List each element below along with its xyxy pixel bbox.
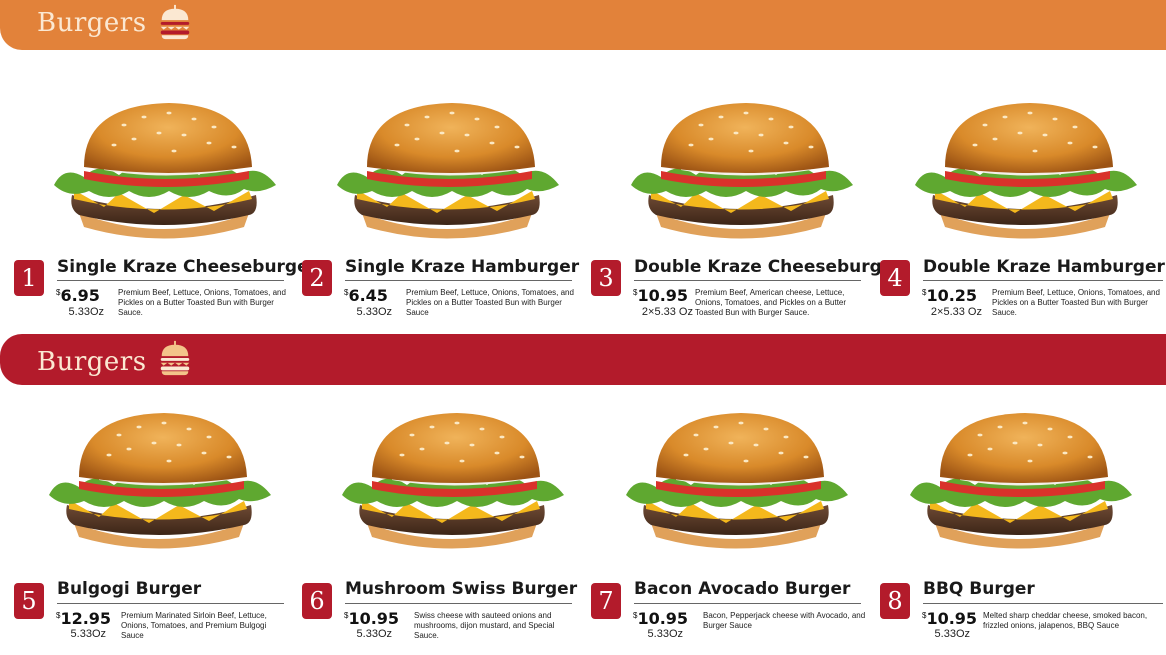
item-description: Premium Marinated Sirloin Beef, Lettuce,…	[121, 611, 267, 640]
item-number: 3	[591, 260, 621, 296]
item-weight: 5.33Oz	[356, 628, 392, 640]
item-price: $10.95	[633, 286, 689, 305]
item-name: Bulgogi Burger	[57, 579, 202, 599]
item-number: 6	[302, 583, 332, 619]
divider	[345, 603, 572, 604]
item-weight: 5.33Oz	[68, 306, 104, 318]
burger-image	[621, 95, 861, 245]
section-title: Burgers	[37, 347, 147, 377]
item-number: 2	[302, 260, 332, 296]
menu-item-5[interactable]: 5 Bulgogi Burger $12.95 5.33Oz Premium M…	[14, 405, 299, 640]
item-price: $10.95	[344, 609, 400, 628]
menu-item-1[interactable]: 1 Single Kraze Cheeseburger $6.95 5.33Oz…	[14, 95, 317, 318]
section-banner-2: Burgers	[0, 334, 1166, 385]
item-price: $10.25	[922, 286, 978, 305]
section-banner-1: Burgers	[0, 0, 1166, 50]
menu-item-3[interactable]: 3 Double Kraze Cheeseburger $10.95 2×5.3…	[591, 95, 902, 318]
burger-image	[900, 405, 1140, 555]
divider	[57, 603, 284, 604]
burger-image	[332, 405, 572, 555]
item-number: 1	[14, 260, 44, 296]
burger-image	[327, 95, 567, 245]
menu-item-8[interactable]: 8 BBQ Burger $10.95 5.33Oz Melted sharp …	[880, 405, 1165, 640]
burger-icon	[160, 4, 190, 40]
item-name: BBQ Burger	[923, 579, 1035, 599]
item-description: Melted sharp cheddar cheese, smoked baco…	[983, 611, 1148, 630]
item-description: Bacon, Pepperjack cheese with Avocado, a…	[703, 611, 866, 630]
item-number: 5	[14, 583, 44, 619]
item-description: Premium Beef, Lettuce, Onions, Tomatoes,…	[406, 288, 574, 317]
item-name: Double Kraze Cheeseburger	[634, 257, 902, 277]
divider	[634, 280, 861, 281]
item-price: $6.45	[344, 286, 388, 305]
burger-icon	[160, 340, 190, 376]
item-weight: 2×5.33 Oz	[930, 306, 982, 318]
divider	[923, 280, 1163, 281]
item-description: Premium Beef, American cheese, Lettuce, …	[695, 288, 847, 317]
burger-image	[905, 95, 1145, 245]
item-weight: 5.33Oz	[934, 628, 970, 640]
item-weight: 2×5.33 Oz	[641, 306, 693, 318]
item-weight: 5.33Oz	[356, 306, 392, 318]
burger-image	[616, 405, 856, 555]
item-price: $10.95	[633, 609, 689, 628]
item-description: Premium Beef, Lettuce, Onions, Tomatoes,…	[992, 288, 1160, 317]
divider	[57, 280, 284, 281]
burger-image	[44, 95, 284, 245]
item-description: Premium Beef, Lettuce, Onions, Tomatoes,…	[118, 288, 286, 317]
item-description: Swiss cheese with sauteed onions and mus…	[414, 611, 555, 640]
item-name: Single Kraze Cheeseburger	[57, 257, 318, 277]
menu-item-4[interactable]: 4 Double Kraze Hamburger $10.25 2×5.33 O…	[880, 95, 1165, 318]
divider	[923, 603, 1163, 604]
item-name: Bacon Avocado Burger	[634, 579, 851, 599]
menu-item-6[interactable]: 6 Mushroom Swiss Burger $10.95 5.33Oz Sw…	[302, 405, 587, 640]
item-price: $12.95	[56, 609, 112, 628]
divider	[634, 603, 861, 604]
item-weight: 5.33Oz	[647, 628, 683, 640]
item-number: 7	[591, 583, 621, 619]
divider	[345, 280, 572, 281]
menu-item-7[interactable]: 7 Bacon Avocado Burger $10.95 5.33Oz Bac…	[591, 405, 876, 640]
item-price: $6.95	[56, 286, 100, 305]
item-number: 4	[880, 260, 910, 296]
item-number: 8	[880, 583, 910, 619]
item-name: Mushroom Swiss Burger	[345, 579, 578, 599]
burger-image	[39, 405, 279, 555]
item-name: Double Kraze Hamburger	[923, 257, 1165, 277]
item-weight: 5.33Oz	[70, 628, 106, 640]
menu-item-2[interactable]: 2 Single Kraze Hamburger $6.45 5.33Oz Pr…	[302, 95, 587, 318]
section-title: Burgers	[37, 8, 147, 38]
item-name: Single Kraze Hamburger	[345, 257, 580, 277]
item-price: $10.95	[922, 609, 978, 628]
